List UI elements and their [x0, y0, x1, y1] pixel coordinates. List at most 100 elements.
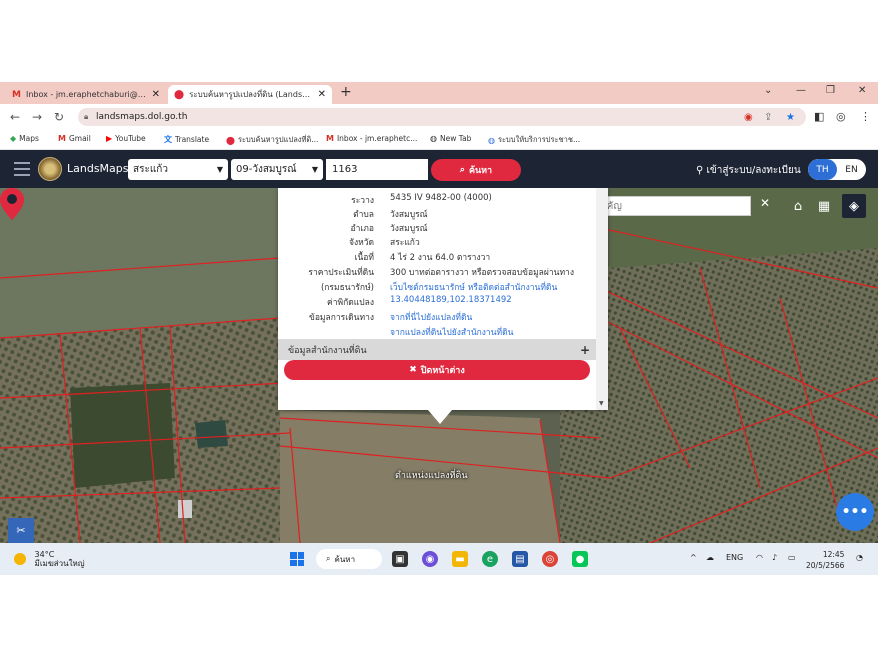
gmail-icon: M [12, 89, 21, 100]
tab-landsmaps[interactable]: ⬤ ระบบค้นหารูปแปลงที่ดิน (LandsMaps) ✕ [168, 85, 332, 104]
screen: M Inbox - jm.eraphetchaburi@gmail.com ✕ … [0, 82, 878, 575]
gmail-icon: M [58, 134, 66, 143]
hamburger-menu-icon[interactable] [14, 162, 30, 180]
tab-gmail-inbox[interactable]: M Inbox - jm.eraphetchaburi@gmail.com ✕ [6, 85, 166, 104]
service-icon: ◍ [488, 135, 495, 145]
coordinates-link[interactable]: 13.40448189,102.18371492 [390, 295, 512, 305]
taskbar-search[interactable]: ⌕ ค้นหา [316, 549, 382, 569]
maps-icon: ◆ [10, 134, 17, 143]
tab-title: ระบบค้นหารูปแปลงที่ดิน (LandsMaps) [189, 90, 314, 99]
chrome-icon[interactable]: ◎ [542, 551, 558, 567]
province-select[interactable]: สระแก้ว ▼ [128, 159, 228, 180]
login-register-link[interactable]: ⚲ เข้าสู่ระบบ/ลงทะเบียน [696, 163, 801, 178]
map-pin-icon: ⬤ [226, 135, 235, 145]
land-office-info-toggle[interactable]: ข้อมูลสำนักงานที่ดิน + [278, 339, 596, 360]
close-tab-icon[interactable]: ✕ [152, 89, 160, 100]
brand-name: LandsMaps [67, 162, 129, 175]
bookmark-youtube[interactable]: ▶ YouTube [106, 134, 146, 143]
bookmark-translate[interactable]: 文 Translate [164, 134, 209, 145]
grid-icon[interactable]: ▦ [812, 194, 836, 218]
bookmark-public-service[interactable]: ◍ ระบบให้บริการประชาช... [488, 134, 580, 146]
bookmark-gmail[interactable]: M Gmail [58, 134, 91, 143]
system-clock[interactable]: 12:45 20/5/2566 [806, 549, 844, 571]
profile-avatar-icon[interactable]: ◎ [836, 110, 846, 123]
bookmark-new-tab[interactable]: ◍ New Tab [430, 134, 471, 143]
map-pin-icon: ⬤ [174, 89, 185, 100]
info-row-coordinates: ค่าพิกัดแปลง 13.40448189,102.18371492 [327, 295, 512, 308]
battery-icon[interactable]: ▭ [788, 553, 796, 562]
tools-icon[interactable]: ✂ [8, 518, 34, 543]
url-text: landsmaps.dol.go.th [96, 112, 188, 122]
line-app-icon[interactable]: ● [572, 551, 588, 567]
language-toggle[interactable]: TH EN [808, 159, 866, 180]
search-icon: ⌕ [459, 165, 465, 175]
cloud-icon[interactable]: ☁ [706, 553, 714, 562]
bookmark-landsmaps[interactable]: ⬤ ระบบค้นหารูปแปลงที่ดิ... [226, 134, 318, 146]
file-explorer-icon[interactable]: ▬ [452, 551, 468, 567]
district-select[interactable]: 09-วังสมบูรณ์ ▼ [231, 159, 323, 180]
new-tab-button[interactable]: + [340, 84, 352, 100]
close-icon: ✖ [409, 365, 417, 375]
close-tab-icon[interactable]: ✕ [318, 89, 326, 100]
parcel-number-input[interactable] [326, 159, 428, 180]
chevron-down-icon: ▼ [216, 165, 223, 174]
windows-start-icon[interactable] [290, 552, 304, 566]
lang-en-option[interactable]: EN [837, 159, 866, 180]
info-row-area: เนื้อที่ 4 ไร่ 2 งาน 64.0 ตารางวา [354, 253, 491, 263]
more-options-button[interactable]: ••• [836, 493, 874, 531]
reload-icon[interactable]: ↻ [54, 110, 64, 124]
bookmark-inbox[interactable]: M Inbox - jm.eraphetc... [326, 134, 417, 143]
wifi-icon[interactable]: ◠ [756, 553, 763, 562]
tab-search-chevron-icon[interactable]: ⌄ [764, 85, 772, 96]
menu-kebab-icon[interactable]: ⋮ [860, 110, 871, 123]
back-icon[interactable]: ← [10, 110, 20, 124]
scroll-down-icon[interactable]: ▼ [599, 400, 604, 407]
close-search-icon[interactable]: ✕ [760, 196, 770, 210]
minimize-icon[interactable]: — [796, 85, 806, 96]
treasury-website-link[interactable]: เว็บไซต์กรมธนารักษ์ หรือติดต่อสำนักงานที… [390, 280, 557, 294]
weather-sun-icon [14, 553, 26, 565]
weather-widget[interactable]: 34°C มีเมฆส่วนใหญ่ [14, 550, 85, 568]
bookmark-star-icon[interactable]: ★ [786, 112, 795, 123]
edge-icon[interactable]: e [482, 551, 498, 567]
info-row-treasury: (กรมธนารักษ์) เว็บไซต์กรมธนารักษ์ หรือติด… [278, 280, 596, 294]
info-row-district: อำเภอ วังสมบูรณ์ [350, 224, 428, 234]
tab-title: Inbox - jm.eraphetchaburi@gmail.com [25, 90, 148, 99]
info-row-sheet: ระวาง 5435 IV 9482-00 (4000) [351, 193, 492, 206]
chat-icon[interactable]: ◉ [422, 551, 438, 567]
share-icon[interactable]: ⇪ [764, 112, 772, 123]
close-popup-button[interactable]: ✖ ปิดหน้าต่าง [284, 360, 590, 380]
notification-icon[interactable]: ◔ [856, 553, 863, 562]
volume-icon[interactable]: ♪ [772, 553, 777, 562]
parcel-location-label: ตำแหน่งแปลงที่ดิน [395, 471, 468, 481]
bookmark-maps[interactable]: ◆ Maps [10, 134, 39, 143]
directions-to-office-link[interactable]: จากแปลงที่ดินไปยังสำนักงานที่ดิน [390, 325, 513, 339]
lang-th-option[interactable]: TH [808, 159, 837, 180]
location-icon[interactable]: ◉ [744, 112, 753, 123]
satellite-map[interactable]: ค้นหาสถานที่สำคัญ ✕ ⌂ ▦ ◈ ระวาง5435 IV 9… [0, 188, 878, 543]
address-bar-row: ← → ↻ 🔒︎ landsmaps.dol.go.th ◉ ⇪ ★ ◧ ◎ ⋮ [0, 104, 878, 130]
side-panel-icon[interactable]: ◧ [814, 110, 824, 123]
layers-icon[interactable]: ◈ [842, 194, 866, 218]
task-view-icon[interactable]: ▣ [392, 551, 408, 567]
input-language[interactable]: ENG [726, 553, 743, 562]
map-pin-icon[interactable] [0, 188, 24, 220]
translate-icon: 文 [164, 135, 172, 144]
browser-tab-strip: M Inbox - jm.eraphetchaburi@gmail.com ✕ … [0, 82, 878, 104]
forward-icon[interactable]: → [32, 110, 42, 124]
url-bar[interactable]: 🔒︎ landsmaps.dol.go.th [78, 108, 806, 126]
home-icon[interactable]: ⌂ [786, 194, 810, 218]
restore-icon[interactable]: ❐ [826, 85, 835, 96]
store-icon[interactable]: ▤ [512, 551, 528, 567]
popup-pointer [428, 410, 452, 424]
info-row-province: จังหวัด สระแก้ว [348, 238, 420, 248]
search-button[interactable]: ⌕ ค้นหา [431, 159, 521, 181]
popup-scrollbar[interactable]: ▼ [596, 188, 608, 410]
youtube-icon: ▶ [106, 134, 113, 143]
search-icon: ⌕ [326, 554, 331, 563]
gmail-icon: M [326, 134, 334, 143]
directions-to-parcel-link[interactable]: จากที่นี่ไปยังแปลงที่ดิน [390, 310, 472, 324]
close-window-icon[interactable]: ✕ [858, 85, 866, 96]
tray-chevron-icon[interactable]: ^ [690, 553, 697, 562]
parcel-info-popup: ระวาง 5435 IV 9482-00 (4000) ตำบล วังสมบูร… [278, 188, 608, 410]
